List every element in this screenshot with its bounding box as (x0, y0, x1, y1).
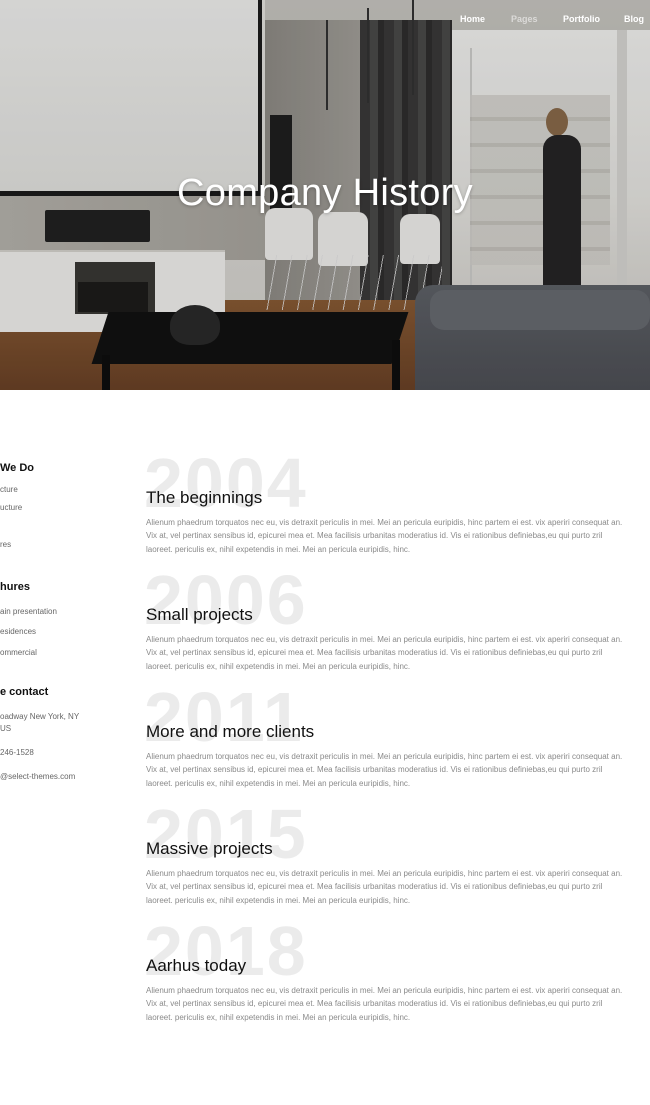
timeline-entry: 2006 Small projects Alienum phaedrum tor… (144, 565, 626, 673)
timeline-title: Small projects (146, 605, 253, 624)
sidebar-link[interactable]: ommercial (0, 648, 37, 657)
timeline-entry: 2004 The beginnings Alienum phaedrum tor… (144, 448, 626, 556)
sidebar-link[interactable]: ucture (0, 503, 22, 512)
contact-address: oadway New York, NY (0, 712, 80, 721)
page-title: Company History (177, 172, 473, 214)
timeline-body: Alienum phaedrum torquatos nec eu, vis d… (146, 518, 623, 554)
nav-blog[interactable]: Blog (624, 14, 644, 24)
timeline-title: The beginnings (146, 488, 263, 507)
sidebar-heading-what-we-do: We Do (0, 462, 35, 474)
sidebar-link[interactable]: esidences (0, 627, 36, 636)
sidebar-link[interactable]: cture (0, 485, 18, 494)
nav-home[interactable]: Home (460, 14, 485, 24)
timeline-title: Aarhus today (146, 956, 247, 975)
timeline-title: Massive projects (146, 839, 273, 858)
main-nav: Home Pages Portfolio Blog (0, 14, 650, 28)
timeline-entry: 2015 Massive projects Alienum phaedrum t… (144, 799, 626, 907)
contact-address-country: US (0, 724, 12, 733)
contact-email[interactable]: @select-themes.com (0, 772, 75, 781)
hero-banner: Company History Home Pages Portfolio Blo… (0, 0, 650, 390)
sidebar-heading-brochures: hures (0, 581, 30, 593)
sidebar-link[interactable]: res (0, 540, 11, 549)
timeline-body: Alienum phaedrum torquatos nec eu, vis d… (146, 986, 623, 1022)
timeline-body: Alienum phaedrum torquatos nec eu, vis d… (146, 869, 623, 905)
sidebar-heading-contact: e contact (0, 686, 49, 698)
timeline-body: Alienum phaedrum torquatos nec eu, vis d… (146, 752, 623, 788)
nav-pages[interactable]: Pages (511, 14, 538, 24)
timeline-entry: 2018 Aarhus today Alienum phaedrum torqu… (144, 916, 626, 1024)
timeline-title: More and more clients (146, 722, 315, 741)
timeline-body: Alienum phaedrum torquatos nec eu, vis d… (146, 635, 623, 671)
nav-portfolio[interactable]: Portfolio (563, 14, 600, 24)
sidebar-link[interactable]: ain presentation (0, 607, 57, 616)
timeline-entry: 2011 More and more clients Alienum phaed… (144, 682, 626, 790)
contact-phone[interactable]: 246-1528 (0, 748, 34, 757)
